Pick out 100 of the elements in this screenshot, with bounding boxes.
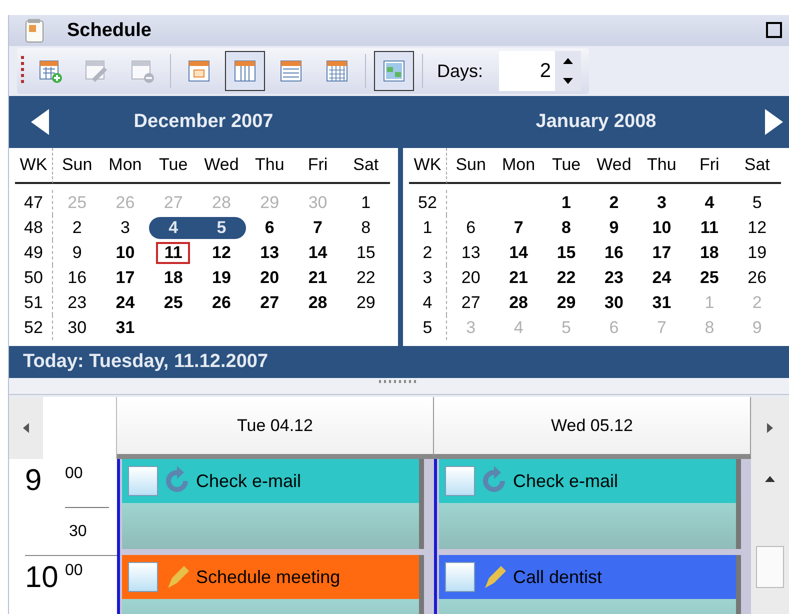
calendar-day[interactable]: 24: [110, 292, 141, 314]
calendar-day[interactable]: 27: [455, 292, 486, 314]
calendar-day[interactable]: 18: [158, 266, 189, 288]
calendar-day[interactable]: 17: [646, 242, 678, 264]
selected-day[interactable]: 4: [149, 216, 198, 238]
toolbar-button[interactable]: [374, 51, 414, 91]
calendar-day[interactable]: 17: [110, 266, 141, 288]
calendar-day[interactable]: 2: [603, 192, 625, 214]
calendar-day[interactable]: 4: [698, 192, 720, 214]
calendar-day[interactable]: 22: [550, 266, 582, 288]
calendar-day[interactable]: 27: [254, 292, 286, 314]
next-month-button[interactable]: [763, 108, 785, 136]
calendar-delete-icon: [130, 59, 154, 83]
calendar-day[interactable]: 9: [603, 216, 625, 238]
calendar-day[interactable]: 11: [156, 242, 190, 264]
calendar-day[interactable]: 5: [746, 192, 768, 214]
calendar-day[interactable]: 2: [66, 216, 88, 238]
calendar-day[interactable]: 26: [206, 292, 237, 314]
week-number: 52: [418, 192, 437, 212]
hour-label: 10: [25, 560, 60, 596]
day-column-header[interactable]: Wed 05.12: [434, 397, 751, 459]
calendar-day[interactable]: 13: [455, 242, 486, 264]
calendar-day[interactable]: 19: [206, 266, 237, 288]
toolbar-button[interactable]: [225, 51, 265, 91]
calendar-day[interactable]: 20: [455, 266, 486, 288]
calendar-day[interactable]: 15: [550, 242, 582, 264]
calendar-day[interactable]: 26: [742, 266, 773, 288]
calendar-day[interactable]: 1: [355, 192, 377, 214]
caret-up-icon: [764, 475, 776, 483]
checkbox[interactable]: [128, 466, 158, 496]
maximize-button[interactable]: [765, 22, 783, 40]
scrollbar-thumb[interactable]: [756, 546, 784, 588]
calendar-day[interactable]: 11: [694, 216, 724, 238]
calendar-day[interactable]: 19: [742, 242, 773, 264]
calendar-day[interactable]: 28: [503, 292, 534, 314]
appointment[interactable]: Schedule meeting: [122, 555, 424, 614]
calendar-day[interactable]: 12: [206, 242, 237, 264]
week-number-header: WK: [20, 155, 48, 175]
days-spinner[interactable]: 2: [499, 51, 582, 91]
week-number: 48: [24, 218, 43, 238]
weekday-header: Mon: [502, 155, 536, 175]
list-view-icon: [279, 59, 303, 83]
calendar-day[interactable]: 29: [550, 292, 582, 314]
checkbox[interactable]: [128, 562, 158, 592]
calendar-day[interactable]: 18: [694, 242, 725, 264]
calendar-day[interactable]: 20: [254, 266, 286, 288]
calendar-day[interactable]: 6: [258, 216, 280, 238]
calendar-day[interactable]: 30: [598, 292, 630, 314]
calendar-day[interactable]: 30: [62, 316, 93, 338]
calendar-day[interactable]: 23: [598, 266, 630, 288]
week-number: 3: [422, 268, 432, 288]
appointment[interactable]: Check e-mail: [439, 459, 741, 549]
caret-up-icon: [562, 57, 574, 65]
hour-label: 9: [25, 463, 43, 499]
calendar-day[interactable]: 28: [302, 292, 334, 314]
calendar-day[interactable]: 29: [350, 292, 382, 314]
calendar-day[interactable]: 3: [114, 216, 136, 238]
calendar-day[interactable]: 10: [110, 242, 141, 264]
calendar-day[interactable]: 7: [508, 216, 530, 238]
calendar-day[interactable]: 3: [650, 192, 672, 214]
calendar-day[interactable]: 25: [694, 266, 725, 288]
days-label: Days:: [437, 60, 484, 82]
appointment[interactable]: Call dentist: [439, 555, 741, 614]
maximize-icon: [766, 22, 782, 38]
calendar-day[interactable]: 10: [646, 216, 678, 238]
minute-label: 00: [65, 561, 84, 581]
calendar-day[interactable]: 24: [646, 266, 678, 288]
calendar-day[interactable]: 21: [503, 266, 534, 288]
previous-month-button[interactable]: [29, 108, 51, 136]
selected-day[interactable]: 5: [197, 216, 246, 238]
calendar-day[interactable]: 13: [254, 242, 286, 264]
calendar-day[interactable]: 15: [350, 242, 382, 264]
appointment[interactable]: Check e-mail: [122, 459, 424, 549]
weekday-header: Sat: [353, 155, 379, 175]
weekday-header: Sat: [744, 155, 770, 175]
calendar-day[interactable]: 23: [62, 292, 93, 314]
calendar-day[interactable]: 16: [598, 242, 630, 264]
calendar-day-icon: [187, 59, 211, 83]
calendar-day[interactable]: 31: [646, 292, 678, 314]
calendar-day[interactable]: 16: [62, 266, 93, 288]
weekday-header: Tue: [159, 155, 188, 175]
calendar-day[interactable]: 31: [110, 316, 141, 338]
calendar-day[interactable]: 7: [307, 216, 328, 238]
checkbox[interactable]: [445, 466, 475, 496]
calendar-day[interactable]: 14: [503, 242, 534, 264]
calendar-day[interactable]: 1: [556, 192, 578, 214]
weekday-header: Sun: [456, 155, 486, 175]
weekday-header: Sun: [62, 155, 92, 175]
calendar-day[interactable]: 22: [350, 266, 382, 288]
calendar-day[interactable]: 14: [302, 242, 334, 264]
calendar-day[interactable]: 8: [556, 216, 578, 238]
calendar-day[interactable]: 12: [742, 216, 773, 238]
calendar-day[interactable]: 25: [158, 292, 189, 314]
calendar-day[interactable]: 21: [302, 266, 334, 288]
checkbox[interactable]: [445, 562, 475, 592]
day-column-header[interactable]: Tue 04.12: [117, 397, 434, 459]
calendar-day[interactable]: 9: [66, 242, 88, 264]
today-link[interactable]: Today: Tuesday, 11.12.2007: [9, 346, 789, 378]
calendar-day[interactable]: 6: [460, 216, 482, 238]
calendar-day[interactable]: 8: [355, 216, 377, 238]
